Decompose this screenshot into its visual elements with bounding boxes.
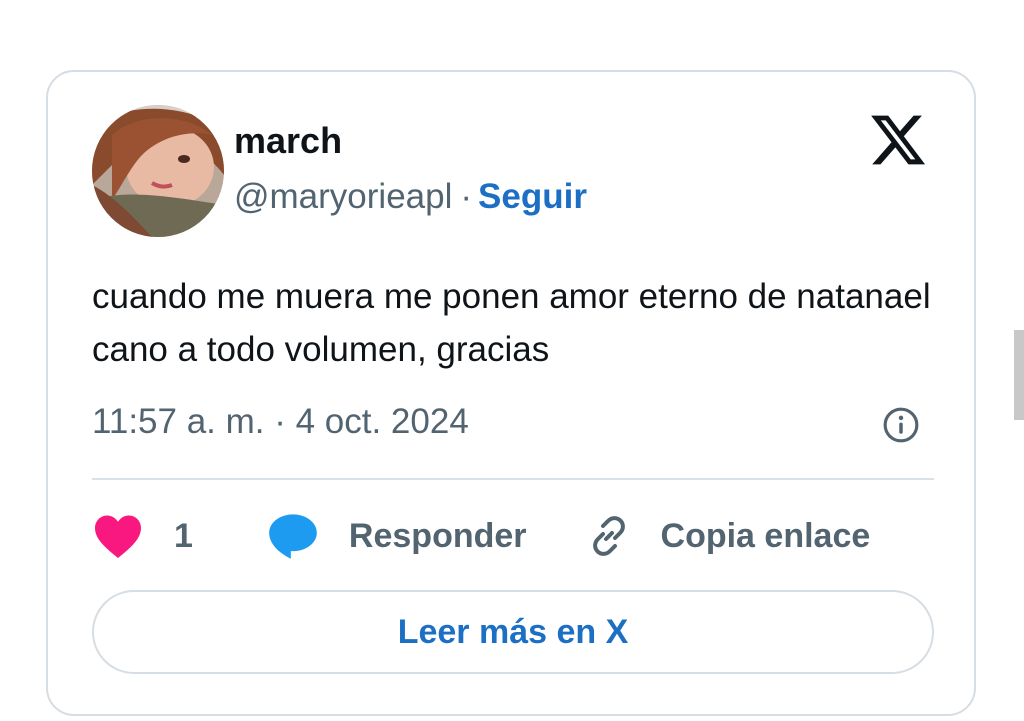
page: march @maryorieapl · Seguir cuando me muer… (0, 0, 1024, 721)
info-icon[interactable] (882, 406, 920, 444)
x-logo-icon[interactable] (868, 110, 928, 170)
embedded-tweet-card: march @maryorieapl · Seguir cuando me muer… (46, 70, 976, 716)
handle-separator: · (460, 177, 473, 216)
reply-button[interactable]: Responder (267, 512, 527, 560)
tweet-actions: 1 Responder Copia enlace (92, 510, 870, 562)
avatar[interactable] (92, 105, 224, 237)
author-display-name[interactable]: march (234, 120, 342, 162)
heart-icon (95, 515, 141, 558)
avatar-photo (92, 105, 224, 237)
tweet-timestamp[interactable]: 11:57 a. m. · 4 oct. 2024 (92, 402, 469, 442)
scrollbar-thumb[interactable] (1014, 330, 1024, 420)
divider (92, 478, 934, 480)
link-icon (592, 516, 625, 556)
reply-label: Responder (348, 516, 527, 555)
tweet-text: cuando me muera me ponen amor eterno de … (92, 277, 931, 369)
follow-button[interactable]: Seguir (478, 177, 587, 216)
like-count: 1 (174, 516, 193, 555)
read-more-button[interactable]: Leer más en X (92, 590, 934, 674)
like-button[interactable]: 1 (92, 513, 193, 559)
author-handle[interactable]: @maryorieapl (234, 177, 452, 216)
author-handle-row: @maryorieapl · Seguir (234, 177, 587, 217)
copy-link-button[interactable]: Copia enlace (585, 512, 871, 560)
copy-link-label: Copia enlace (660, 516, 871, 555)
speech-bubble-icon (269, 514, 317, 559)
